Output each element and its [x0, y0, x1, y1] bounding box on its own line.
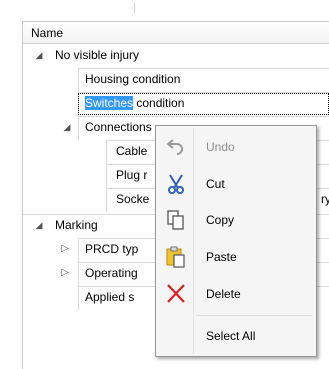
- scissors-icon: [164, 173, 188, 195]
- menu-item-label: Delete: [206, 287, 241, 301]
- context-menu: Undo Cut Copy Paste Delete Select All: [155, 125, 317, 357]
- menu-item-cut[interactable]: Cut: [158, 167, 314, 201]
- menu-item-label: Select All: [206, 329, 256, 343]
- paste-icon: [164, 246, 188, 268]
- column-divider: [134, 2, 135, 14]
- row-label: Operating: [85, 266, 138, 280]
- expand-arrow-icon[interactable]: ◢: [33, 49, 45, 61]
- collapse-arrow-icon[interactable]: ▷: [59, 243, 71, 255]
- row-label: Connections: [85, 120, 152, 134]
- column-header-label: Name: [31, 26, 64, 40]
- menu-item-undo[interactable]: Undo: [158, 130, 314, 164]
- row-label: Plug r: [116, 168, 148, 182]
- expand-arrow-icon[interactable]: ◢: [33, 219, 45, 231]
- row-label: Switches condition: [85, 96, 184, 110]
- tree-row-selected[interactable]: Switches condition: [23, 92, 329, 116]
- row-label: Socke: [116, 192, 150, 206]
- tree-row[interactable]: ◢ No visible injury: [23, 44, 329, 68]
- undo-icon: [164, 136, 188, 158]
- expand-arrow-icon[interactable]: ◢: [61, 121, 73, 133]
- row-label: Marking: [55, 218, 98, 232]
- row-label: Cable: [116, 144, 148, 158]
- row-label: PRCD typ: [85, 242, 139, 256]
- menu-item-paste[interactable]: Paste: [158, 240, 314, 274]
- menu-item-label: Paste: [206, 250, 237, 264]
- top-strip: [22, 0, 329, 21]
- menu-item-copy[interactable]: Copy: [158, 203, 314, 237]
- menu-item-label: Undo: [206, 140, 235, 154]
- menu-item-label: Copy: [206, 213, 235, 227]
- row-label: No visible injury: [55, 48, 140, 62]
- menu-separator: [196, 315, 312, 316]
- menu-item-select-all[interactable]: Select All: [158, 319, 314, 353]
- selected-text: Switches: [85, 96, 134, 110]
- row-label: Applied s: [85, 290, 135, 304]
- menu-item-delete[interactable]: Delete: [158, 277, 314, 311]
- column-header-name[interactable]: Name: [23, 22, 329, 44]
- row-label: Housing condition: [85, 72, 181, 86]
- copy-icon: [164, 209, 188, 231]
- delete-x-icon: [164, 283, 188, 305]
- collapse-arrow-icon[interactable]: ▷: [59, 267, 71, 279]
- menu-item-label: Cut: [206, 177, 225, 191]
- tree-row[interactable]: Housing condition: [23, 68, 329, 92]
- row-label-rest: condition: [133, 96, 185, 110]
- row-label-tail: ry: [321, 192, 329, 206]
